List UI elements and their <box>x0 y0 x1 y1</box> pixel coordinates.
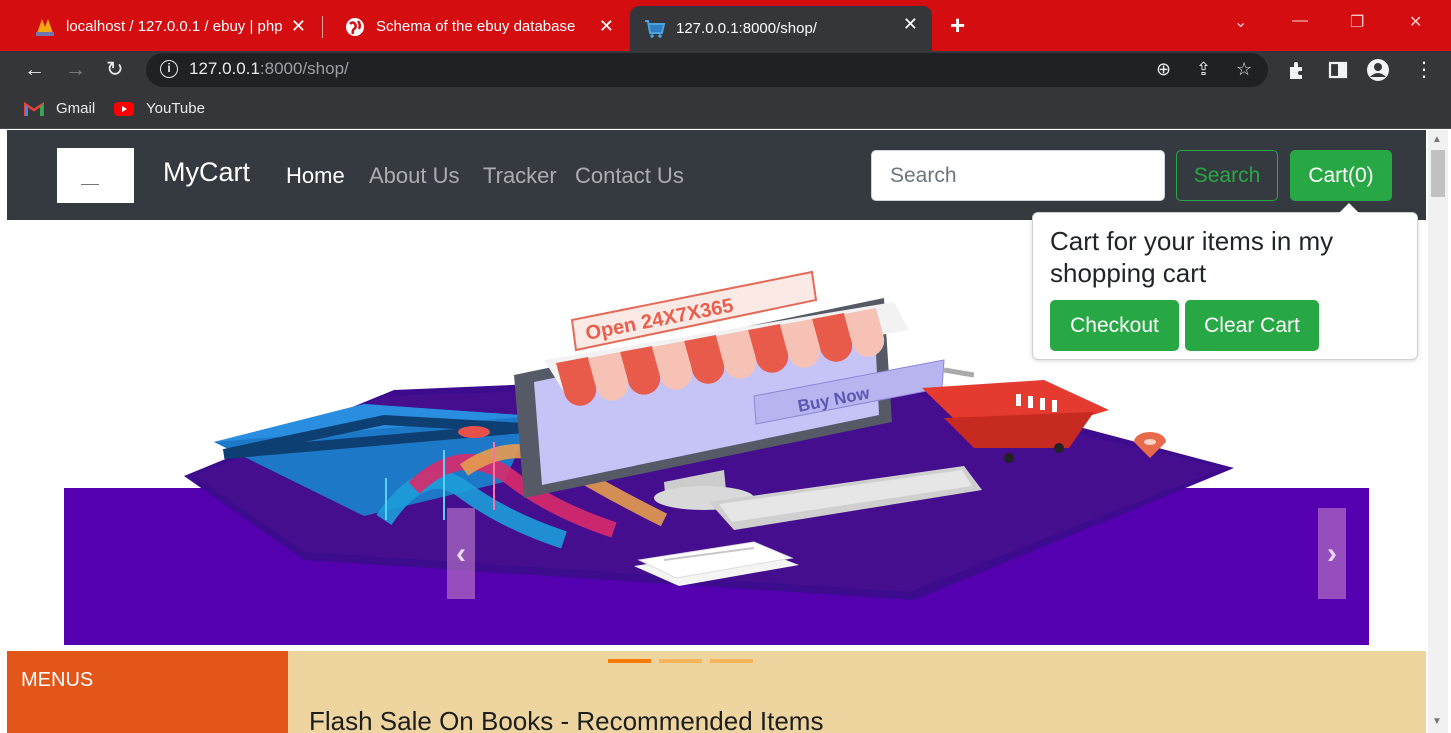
search-input[interactable]: Search <box>871 150 1165 201</box>
tab-shop-active[interactable]: 127.0.0.1:8000/shop/ ✕ <box>630 6 932 51</box>
new-tab-icon[interactable]: + <box>950 12 965 38</box>
reload-icon[interactable]: ↻ <box>106 58 124 82</box>
globe-icon <box>346 17 364 36</box>
share-icon[interactable]: ⇪ <box>1196 59 1211 80</box>
bookmark-label: YouTube <box>146 100 205 117</box>
carousel-prev-button[interactable]: ‹ <box>447 508 475 599</box>
extensions-icon[interactable] <box>1287 60 1307 80</box>
back-icon[interactable]: ← <box>24 58 45 82</box>
scroll-down-icon[interactable]: ▼ <box>1432 716 1442 727</box>
address-bar[interactable]: i 127.0.0.1:8000/shop/ ⊕ ⇪ ☆ <box>146 53 1268 87</box>
tab-strip: localhost / 127.0.0.1 / ebuy | php ✕ Sch… <box>0 0 1451 51</box>
phpmyadmin-icon <box>36 18 54 36</box>
close-icon[interactable]: ✕ <box>291 17 306 35</box>
carousel-indicator-1[interactable] <box>608 659 651 663</box>
carousel-indicator-3[interactable] <box>710 659 753 663</box>
carousel-next-button[interactable]: › <box>1318 508 1346 599</box>
popover-title: Cart for your items in my shopping cart <box>1050 226 1334 288</box>
restore-icon[interactable]: ❐ <box>1350 12 1364 32</box>
bookmark-youtube[interactable]: YouTube <box>114 100 205 117</box>
web-page: MyCart Home About Us Tracker Contact Us … <box>7 130 1426 733</box>
cart-button[interactable]: Cart(0) <box>1290 150 1392 201</box>
nav-link-contact-us[interactable]: Contact Us <box>575 163 684 189</box>
profile-icon[interactable] <box>1366 58 1390 82</box>
nav-link-tracker[interactable]: Tracker <box>483 163 557 189</box>
popover-arrow <box>1339 203 1359 213</box>
page-scrollbar[interactable]: ▲ ▼ <box>1428 130 1448 733</box>
scroll-thumb[interactable] <box>1431 150 1445 197</box>
clear-cart-button[interactable]: Clear Cart <box>1185 300 1319 351</box>
url-text: 127.0.0.1:8000/shop/ <box>189 59 349 79</box>
window-close-icon[interactable]: ✕ <box>1409 12 1422 32</box>
menu-kebab-icon[interactable]: ⋮ <box>1414 57 1434 82</box>
nav-link-home[interactable]: Home <box>286 163 345 189</box>
search-button[interactable]: Search <box>1176 150 1278 201</box>
site-info-icon[interactable]: i <box>160 60 178 78</box>
section-title: Flash Sale On Books - Recommended Items <box>309 706 824 733</box>
minimize-icon[interactable]: — <box>1292 12 1308 30</box>
scroll-up-icon[interactable]: ▲ <box>1432 134 1442 145</box>
cart-popover: Cart for your items in my shopping cart … <box>1032 203 1418 360</box>
tab-title: Schema of the ebuy database <box>376 18 576 35</box>
zoom-icon[interactable]: ⊕ <box>1156 59 1171 80</box>
tab-search-icon[interactable]: ⌄ <box>1234 12 1247 32</box>
close-icon[interactable]: ✕ <box>599 17 614 35</box>
side-panel-icon[interactable] <box>1328 60 1348 80</box>
bottom-section: MENUS Flash Sale On Books - Recommended … <box>7 651 1426 733</box>
menus-panel: MENUS <box>7 651 288 733</box>
gmail-icon <box>24 101 44 116</box>
nav-link-about-us[interactable]: About Us <box>369 163 460 189</box>
menus-title: MENUS <box>21 669 94 691</box>
bookmark-gmail[interactable]: Gmail <box>24 100 95 117</box>
site-logo[interactable] <box>57 148 134 203</box>
site-navbar: MyCart Home About Us Tracker Contact Us … <box>7 130 1426 220</box>
tab-title: 127.0.0.1:8000/shop/ <box>676 20 817 37</box>
bookmark-star-icon[interactable]: ☆ <box>1236 59 1252 80</box>
toolbar: ← → ↻ i 127.0.0.1:8000/shop/ ⊕ ⇪ ☆ <box>0 51 1451 91</box>
checkout-button[interactable]: Checkout <box>1050 300 1179 351</box>
youtube-icon <box>114 101 134 116</box>
forward-icon[interactable]: → <box>65 58 86 82</box>
shopping-cart-icon <box>645 19 666 38</box>
tab-schema[interactable]: Schema of the ebuy database ✕ <box>330 8 628 45</box>
carousel-indicators <box>608 659 753 663</box>
url-path: :8000/shop/ <box>259 59 349 78</box>
bookmarks-bar: Gmail YouTube <box>0 91 1451 129</box>
url-host: 127.0.0.1 <box>189 59 260 78</box>
bookmark-label: Gmail <box>56 100 96 117</box>
products-area: Flash Sale On Books - Recommended Items <box>288 651 1426 733</box>
tab-phpmyadmin[interactable]: localhost / 127.0.0.1 / ebuy | php ✕ <box>20 8 320 45</box>
carousel-indicator-2[interactable] <box>659 659 702 663</box>
brand-name[interactable]: MyCart <box>163 157 250 188</box>
tab-title: localhost / 127.0.0.1 / ebuy | php <box>66 18 283 35</box>
tab-divider <box>322 16 323 38</box>
close-icon[interactable]: ✕ <box>903 15 918 33</box>
